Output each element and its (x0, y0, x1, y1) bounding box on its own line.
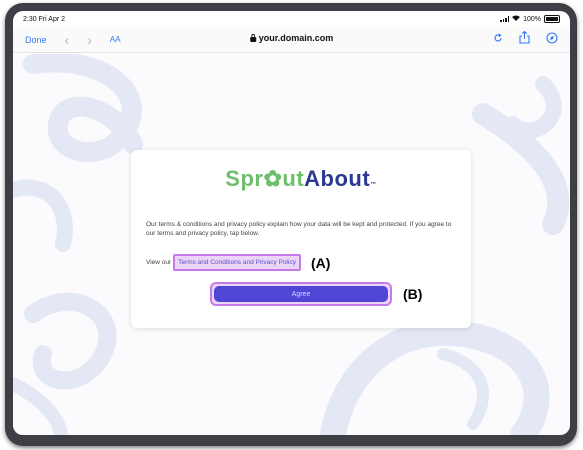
wifi-icon (512, 15, 521, 23)
signal-icon (500, 16, 510, 22)
compass-icon[interactable] (546, 31, 558, 44)
logo-trademark: ™ (370, 182, 377, 188)
reload-icon[interactable] (493, 33, 503, 43)
sprout-icon: ✿ (263, 166, 283, 191)
status-indicators: 100% (500, 15, 560, 23)
battery-percent: 100% (523, 15, 541, 23)
web-content: Spr✿utAbout™ Our terms & conditions and … (13, 54, 570, 435)
share-icon[interactable] (519, 31, 530, 44)
status-time: 2:30 Fri Apr 2 (23, 15, 66, 23)
view-prefix: View our (146, 259, 172, 266)
logo-text-part2: ut (282, 166, 305, 191)
annotation-b: (B) (403, 286, 423, 302)
logo-text-part1: Spr (225, 166, 264, 191)
annotation-a: (A) (310, 254, 331, 271)
browser-toolbar: Done ‹ › AA your.domain.com (13, 27, 570, 53)
battery-icon (544, 15, 560, 23)
terms-link[interactable]: Terms and Conditions and Privacy Policy (173, 254, 301, 271)
address-text: your.domain.com (258, 33, 334, 43)
lock-icon (249, 33, 256, 42)
agree-button-highlight: Agree (210, 282, 392, 306)
chevron-left-icon[interactable]: ‹ (65, 33, 70, 47)
device-frame: 2:30 Fri Apr 2 100% Done ‹ › AA your.dom… (5, 3, 577, 446)
agree-button[interactable]: Agree (214, 286, 388, 302)
terms-card: Spr✿utAbout™ Our terms & conditions and … (131, 150, 471, 328)
sproutabout-logo: Spr✿utAbout™ (131, 166, 471, 192)
view-terms-line: View our Terms and Conditions and Privac… (146, 254, 330, 271)
status-bar: 2:30 Fri Apr 2 100% (13, 11, 570, 27)
address-bar[interactable]: your.domain.com (249, 33, 334, 43)
screen: 2:30 Fri Apr 2 100% Done ‹ › AA your.dom… (13, 11, 570, 435)
done-button[interactable]: Done (25, 35, 47, 45)
chevron-right-icon[interactable]: › (87, 33, 92, 47)
terms-description: Our terms & conditions and privacy polic… (146, 221, 452, 237)
text-size-button[interactable]: AA (110, 35, 121, 44)
logo-text-part3: About (304, 166, 371, 191)
